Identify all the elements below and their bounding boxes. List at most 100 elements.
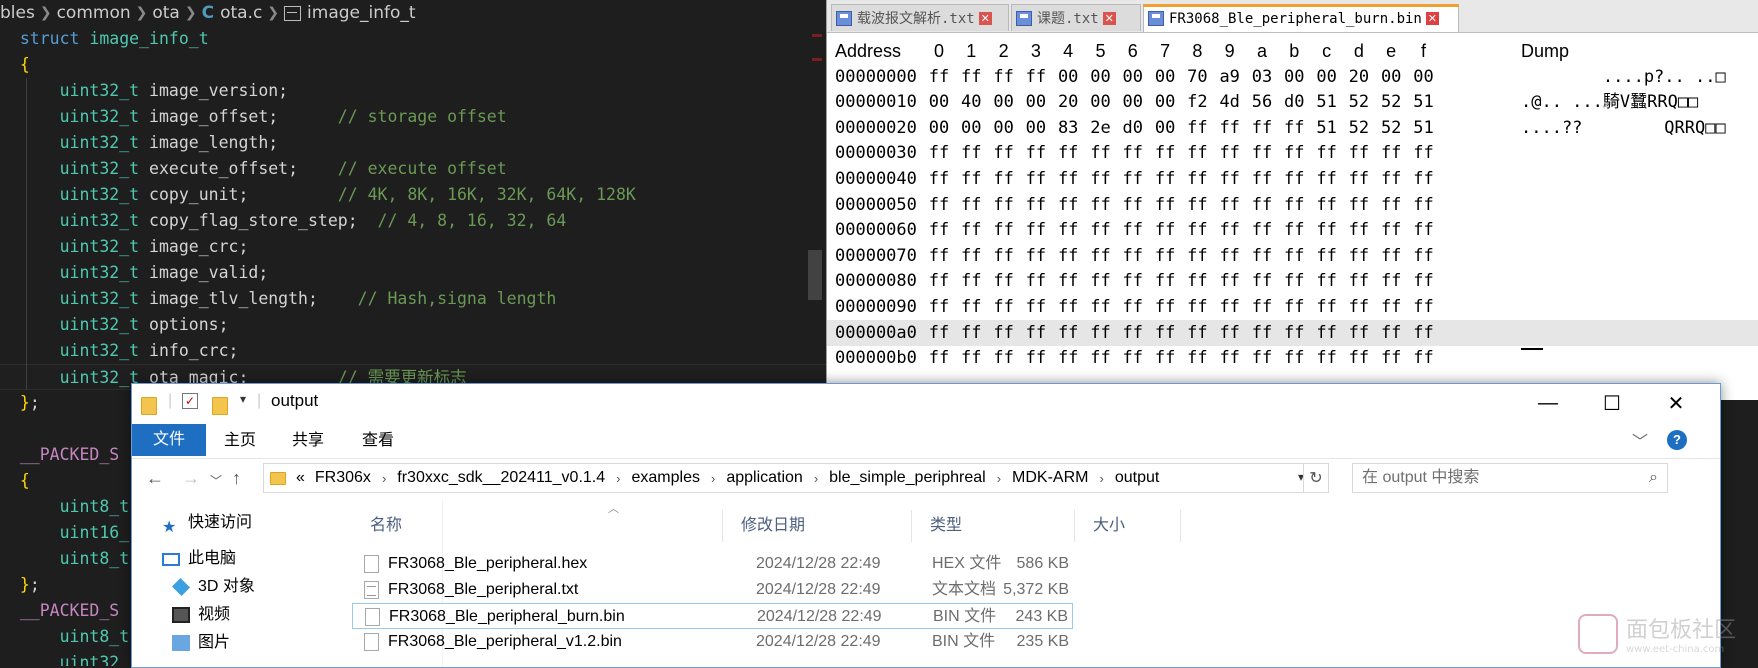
hex-byte[interactable]: ff <box>1214 268 1246 294</box>
hex-byte[interactable]: ff <box>1375 166 1407 192</box>
hex-byte[interactable]: ff <box>1343 192 1375 218</box>
hex-byte[interactable]: ff <box>955 345 987 371</box>
hex-byte[interactable]: ff <box>1278 166 1310 192</box>
hex-byte[interactable]: ff <box>1052 320 1084 346</box>
hex-byte[interactable]: ff <box>923 268 955 294</box>
hex-row[interactable]: 000000b0 ff ff ff ff ff ff ff ff ff ff ff ff ff ff ff ff <box>827 345 1758 371</box>
hex-byte[interactable]: ff <box>1085 345 1117 371</box>
hex-byte[interactable]: ff <box>955 140 987 166</box>
hex-byte[interactable]: ff <box>923 320 955 346</box>
hex-byte[interactable]: ff <box>1020 320 1052 346</box>
hex-byte[interactable]: ff <box>923 217 955 243</box>
code-line[interactable]: uint32_t execute_offset; // execute offs… <box>0 156 826 182</box>
search-input[interactable]: 在 output 中搜索 ⌕ <box>1352 463 1668 493</box>
hex-dump-text[interactable]: .@.. ...騎V蠶RRQ□□ <box>1521 89 1698 115</box>
hex-byte[interactable]: ff <box>1214 320 1246 346</box>
hex-byte[interactable]: ff <box>1311 320 1343 346</box>
hex-row[interactable]: 00000010 00 40 00 00 20 00 00 00 f2 4d 56 d0 51 52 52 51… <box>827 89 1758 115</box>
hex-byte[interactable]: 83 <box>1052 115 1084 141</box>
hex-byte[interactable]: a9 <box>1214 64 1246 90</box>
hex-byte[interactable]: ff <box>923 243 955 269</box>
code-line[interactable]: uint32_t copy_flag_store_step; // 4, 8, … <box>0 208 826 234</box>
hex-byte[interactable]: ff <box>1181 217 1213 243</box>
hex-byte[interactable]: ff <box>1020 217 1052 243</box>
chevron-right-icon[interactable]: › <box>997 471 1001 486</box>
hex-byte[interactable]: ff <box>1375 320 1407 346</box>
hex-byte[interactable]: ff <box>1052 217 1084 243</box>
hex-byte[interactable]: ff <box>955 294 987 320</box>
hex-byte[interactable]: ff <box>1214 217 1246 243</box>
code-line[interactable]: uint32_t copy_unit; // 4K, 8K, 16K, 32K,… <box>0 182 826 208</box>
hex-byte[interactable]: ff <box>1117 345 1149 371</box>
hex-byte[interactable]: 00 <box>1020 89 1052 115</box>
hex-byte[interactable]: ff <box>1214 115 1246 141</box>
hex-byte[interactable]: ff <box>1181 140 1213 166</box>
hex-byte[interactable]: ff <box>1214 294 1246 320</box>
close-button[interactable]: ✕ <box>1644 384 1708 422</box>
hex-byte[interactable]: ff <box>1343 243 1375 269</box>
hex-byte[interactable]: ff <box>955 192 987 218</box>
hex-byte[interactable]: ff <box>1278 217 1310 243</box>
column-header-date[interactable]: 修改日期 <box>723 510 912 542</box>
hex-byte[interactable]: ff <box>955 217 987 243</box>
hex-byte[interactable]: ff <box>988 320 1020 346</box>
hex-byte[interactable]: ff <box>1311 166 1343 192</box>
hex-byte[interactable]: ff <box>1020 268 1052 294</box>
code-line[interactable]: uint32_t image_length; <box>0 130 826 156</box>
hex-byte[interactable]: ff <box>988 345 1020 371</box>
hex-byte[interactable]: 00 <box>1052 64 1084 90</box>
hex-byte[interactable]: ff <box>1052 166 1084 192</box>
hex-byte[interactable]: ff <box>1343 140 1375 166</box>
hex-byte[interactable]: ff <box>955 320 987 346</box>
hex-byte[interactable]: ff <box>1117 243 1149 269</box>
hex-byte[interactable]: 00 <box>988 89 1020 115</box>
hex-byte[interactable]: ff <box>1246 115 1278 141</box>
hex-byte[interactable]: ff <box>1149 320 1181 346</box>
hex-byte[interactable]: ff <box>1214 243 1246 269</box>
hex-byte[interactable]: 40 <box>955 89 987 115</box>
hex-byte[interactable]: ff <box>1408 192 1440 218</box>
hex-byte[interactable]: 00 <box>1149 89 1181 115</box>
hex-row[interactable]: 00000090 ff ff ff ff ff ff ff ff ff ff ff ff ff ff ff ff <box>827 294 1758 320</box>
hex-byte[interactable]: 03 <box>1246 64 1278 90</box>
hex-dump-text[interactable]: ....p?.. ..□ <box>1521 64 1726 90</box>
hex-byte[interactable]: ff <box>1117 294 1149 320</box>
hex-byte[interactable]: ff <box>1408 294 1440 320</box>
hex-byte[interactable]: ff <box>1408 345 1440 371</box>
hex-byte[interactable]: ff <box>1375 345 1407 371</box>
forward-arrow-icon[interactable]: → <box>182 468 200 489</box>
hex-byte[interactable]: ff <box>923 166 955 192</box>
hex-byte[interactable]: ff <box>1375 294 1407 320</box>
hex-row[interactable]: 000000a0 ff ff ff ff ff ff ff ff ff ff ff ff ff ff ff ff <box>827 319 1758 346</box>
hex-byte[interactable]: 2e <box>1085 115 1117 141</box>
hex-byte[interactable]: ff <box>1052 192 1084 218</box>
tab-view[interactable]: 查看 <box>362 426 394 456</box>
hex-byte[interactable]: ff <box>1246 140 1278 166</box>
file-row[interactable]: FR3068_Ble_peripheral.hex 2024/12/28 22:4… <box>352 551 1073 577</box>
properties-icon[interactable]: ✓ <box>182 393 198 409</box>
hex-byte[interactable]: ff <box>923 345 955 371</box>
new-folder-icon[interactable] <box>212 397 228 415</box>
hex-byte[interactable]: ff <box>1149 268 1181 294</box>
address-bar[interactable]: « FR306x › fr30xxc_sdk__202411_v0.1.4 › ex… <box>263 463 1329 493</box>
hex-byte[interactable]: d0 <box>1278 89 1310 115</box>
close-icon[interactable]: ✕ <box>978 11 992 25</box>
hex-byte[interactable]: ff <box>1246 217 1278 243</box>
hex-byte[interactable]: ff <box>1343 217 1375 243</box>
hex-byte[interactable]: ff <box>1343 166 1375 192</box>
hex-byte[interactable]: ff <box>1246 268 1278 294</box>
hex-byte[interactable]: ff <box>1085 320 1117 346</box>
minimize-button[interactable]: — <box>1516 384 1580 422</box>
hex-row[interactable]: 00000040 ff ff ff ff ff ff ff ff ff ff ff ff ff ff ff ff <box>827 166 1758 192</box>
hex-byte[interactable]: ff <box>1408 243 1440 269</box>
hex-byte[interactable]: ff <box>1278 192 1310 218</box>
hex-byte[interactable]: ff <box>1408 166 1440 192</box>
recent-locations-icon[interactable]: ﹀ <box>210 472 222 489</box>
hex-byte[interactable]: ff <box>955 64 987 90</box>
hex-byte[interactable]: ff <box>1052 140 1084 166</box>
hex-byte[interactable]: ff <box>1278 345 1310 371</box>
hex-byte[interactable]: ff <box>923 294 955 320</box>
hex-byte[interactable]: ff <box>988 268 1020 294</box>
chevron-right-icon[interactable]: › <box>382 471 386 486</box>
hex-byte[interactable]: 00 <box>1117 89 1149 115</box>
